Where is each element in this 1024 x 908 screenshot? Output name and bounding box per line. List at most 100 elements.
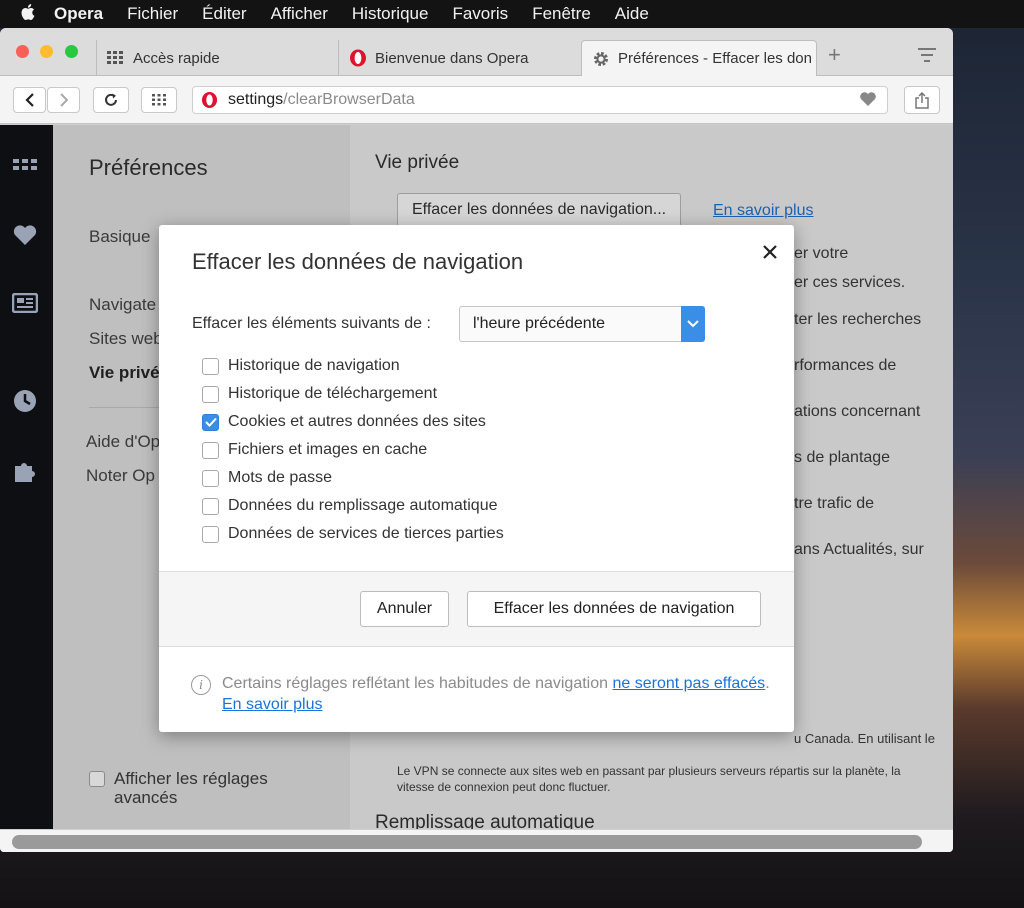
menu-historique[interactable]: Historique: [352, 4, 429, 24]
nav-sites-web[interactable]: Sites web: [89, 329, 163, 349]
heart-sidebar-icon[interactable]: [11, 223, 39, 247]
news-sidebar-icon[interactable]: [11, 291, 39, 315]
speed-dial-icon: [107, 51, 125, 65]
option-label: Mots de passe: [228, 469, 333, 486]
nav-vie-privee[interactable]: Vie privé: [89, 363, 160, 383]
time-range-value: l'heure précédente: [473, 315, 606, 332]
notice-sep: .: [765, 675, 770, 692]
privacy-text: tre trafic de: [794, 495, 875, 512]
option-label: Cookies et autres données des sites: [228, 413, 486, 430]
preferences-title: Préférences: [89, 155, 208, 180]
nav-navigateur[interactable]: Navigate: [89, 295, 156, 315]
learn-more-link[interactable]: En savoir plus: [713, 202, 814, 220]
vpn-description: Le VPN se connecte aux sites web en pass…: [397, 764, 901, 794]
dialog-notice: i Certains réglages reflétant les habitu…: [191, 673, 771, 715]
checkbox[interactable]: [202, 497, 219, 515]
menu-afficher[interactable]: Afficher: [271, 4, 328, 24]
cancel-button[interactable]: Annuler: [360, 591, 449, 627]
option-cache[interactable]: Fichiers et images en cache: [202, 436, 504, 464]
checkbox[interactable]: [202, 357, 219, 375]
speed-dial-button[interactable]: [141, 87, 177, 113]
opera-sidebar: [0, 125, 53, 829]
apple-menu-icon[interactable]: [0, 3, 54, 26]
extensions-puzzle-icon[interactable]: [11, 459, 39, 483]
tab-preferences[interactable]: Préférences - Effacer les don: [581, 40, 817, 76]
close-window-button[interactable]: [16, 45, 29, 58]
reload-button[interactable]: [93, 87, 129, 113]
menu-app-name[interactable]: Opera: [54, 4, 103, 24]
back-button[interactable]: [13, 87, 46, 113]
tab-label: Bienvenue dans Opera: [375, 49, 529, 67]
menu-fichier[interactable]: Fichier: [127, 4, 178, 24]
chevron-left-icon: [24, 93, 34, 107]
clear-data-button[interactable]: Effacer les données de navigation: [467, 591, 761, 627]
checkbox[interactable]: [202, 441, 219, 459]
chevron-right-icon: [59, 93, 68, 107]
horizontal-scrollbar[interactable]: [0, 829, 953, 852]
menu-favoris[interactable]: Favoris: [452, 4, 508, 24]
address-toolbar: settings/clearBrowserData: [0, 76, 953, 124]
share-icon: [915, 91, 929, 109]
advanced-label: Afficher les réglages avancés: [114, 769, 268, 807]
clear-browsing-data-dialog: Effacer les données de navigation Efface…: [159, 225, 794, 732]
tab-speed-dial[interactable]: Accès rapide: [96, 40, 338, 76]
zoom-window-button[interactable]: [65, 45, 78, 58]
tab-strip: Accès rapide Bienvenue dans Opera Préfér…: [0, 28, 953, 76]
checkbox[interactable]: [202, 469, 219, 487]
notice-text: Certains réglages reflétant les habitude…: [222, 673, 771, 715]
checkbox[interactable]: [202, 525, 219, 543]
tab-label: Préférences - Effacer les don: [618, 50, 812, 67]
nav-noter[interactable]: Noter Op: [86, 466, 155, 486]
new-tab-button[interactable]: +: [828, 42, 841, 68]
not-cleared-link[interactable]: ne seront pas effacés: [612, 675, 765, 692]
option-label: Fichiers et images en cache: [228, 441, 428, 458]
option-passwords[interactable]: Mots de passe: [202, 464, 504, 492]
time-range-select[interactable]: l'heure précédente: [459, 306, 705, 342]
checkbox[interactable]: [202, 385, 219, 403]
dialog-title: Effacer les données de navigation: [192, 249, 524, 274]
opera-logo-icon: [201, 91, 218, 109]
heart-bookmark-icon[interactable]: [859, 91, 877, 112]
privacy-text: ter les recherches: [794, 311, 922, 328]
share-button[interactable]: [904, 86, 940, 114]
scrollbar-thumb[interactable]: [12, 835, 922, 849]
nav-basique[interactable]: Basique: [89, 227, 150, 247]
speed-dial-sidebar-icon[interactable]: [11, 155, 39, 179]
clear-data-bg-button[interactable]: Effacer les données de navigation...: [397, 193, 682, 227]
grid-icon: [152, 94, 166, 106]
privacy-text: s de plantage: [794, 449, 891, 466]
chevron-down-icon[interactable]: [681, 306, 705, 342]
privacy-text: ations concernant: [794, 403, 921, 420]
address-field[interactable]: settings/clearBrowserData: [192, 86, 888, 114]
reload-icon: [105, 93, 117, 106]
url-host: settings: [228, 91, 284, 108]
privacy-text: ans Actualités, sur: [794, 541, 924, 558]
checkmark-icon: [204, 417, 217, 427]
option-label: Historique de navigation: [228, 357, 400, 374]
close-icon[interactable]: [762, 239, 778, 267]
minimize-window-button[interactable]: [40, 45, 53, 58]
advanced-settings-toggle[interactable]: Afficher les réglages avancés: [89, 769, 304, 807]
mac-menu-bar: Opera Fichier Éditer Afficher Historique…: [0, 0, 1024, 28]
clock-history-icon[interactable]: [11, 389, 39, 413]
nav-aide[interactable]: Aide d'Op: [86, 432, 160, 452]
menu-editer[interactable]: Éditer: [202, 4, 246, 24]
learn-more-dialog-link[interactable]: En savoir plus: [222, 696, 323, 713]
forward-button[interactable]: [47, 87, 80, 113]
option-third-party[interactable]: Données de services de tierces parties: [202, 520, 504, 548]
menu-fenetre[interactable]: Fenêtre: [532, 4, 591, 24]
autofill-heading: Remplissage automatique: [375, 812, 595, 829]
option-download-history[interactable]: Historique de téléchargement: [202, 380, 504, 408]
option-label: Historique de téléchargement: [228, 385, 438, 402]
time-range-label: Effacer les éléments suivants de :: [192, 315, 431, 332]
option-autofill[interactable]: Données du remplissage automatique: [202, 492, 504, 520]
menu-aide[interactable]: Aide: [615, 4, 649, 24]
option-cookies[interactable]: Cookies et autres données des sites: [202, 408, 504, 436]
tab-welcome[interactable]: Bienvenue dans Opera: [338, 40, 581, 76]
tab-menu-icon[interactable]: [918, 48, 936, 66]
info-icon: i: [191, 675, 211, 695]
advanced-checkbox[interactable]: [89, 771, 105, 787]
data-type-options: Historique de navigation Historique de t…: [202, 352, 504, 548]
checkbox-checked[interactable]: [202, 413, 219, 431]
option-browsing-history[interactable]: Historique de navigation: [202, 352, 504, 380]
